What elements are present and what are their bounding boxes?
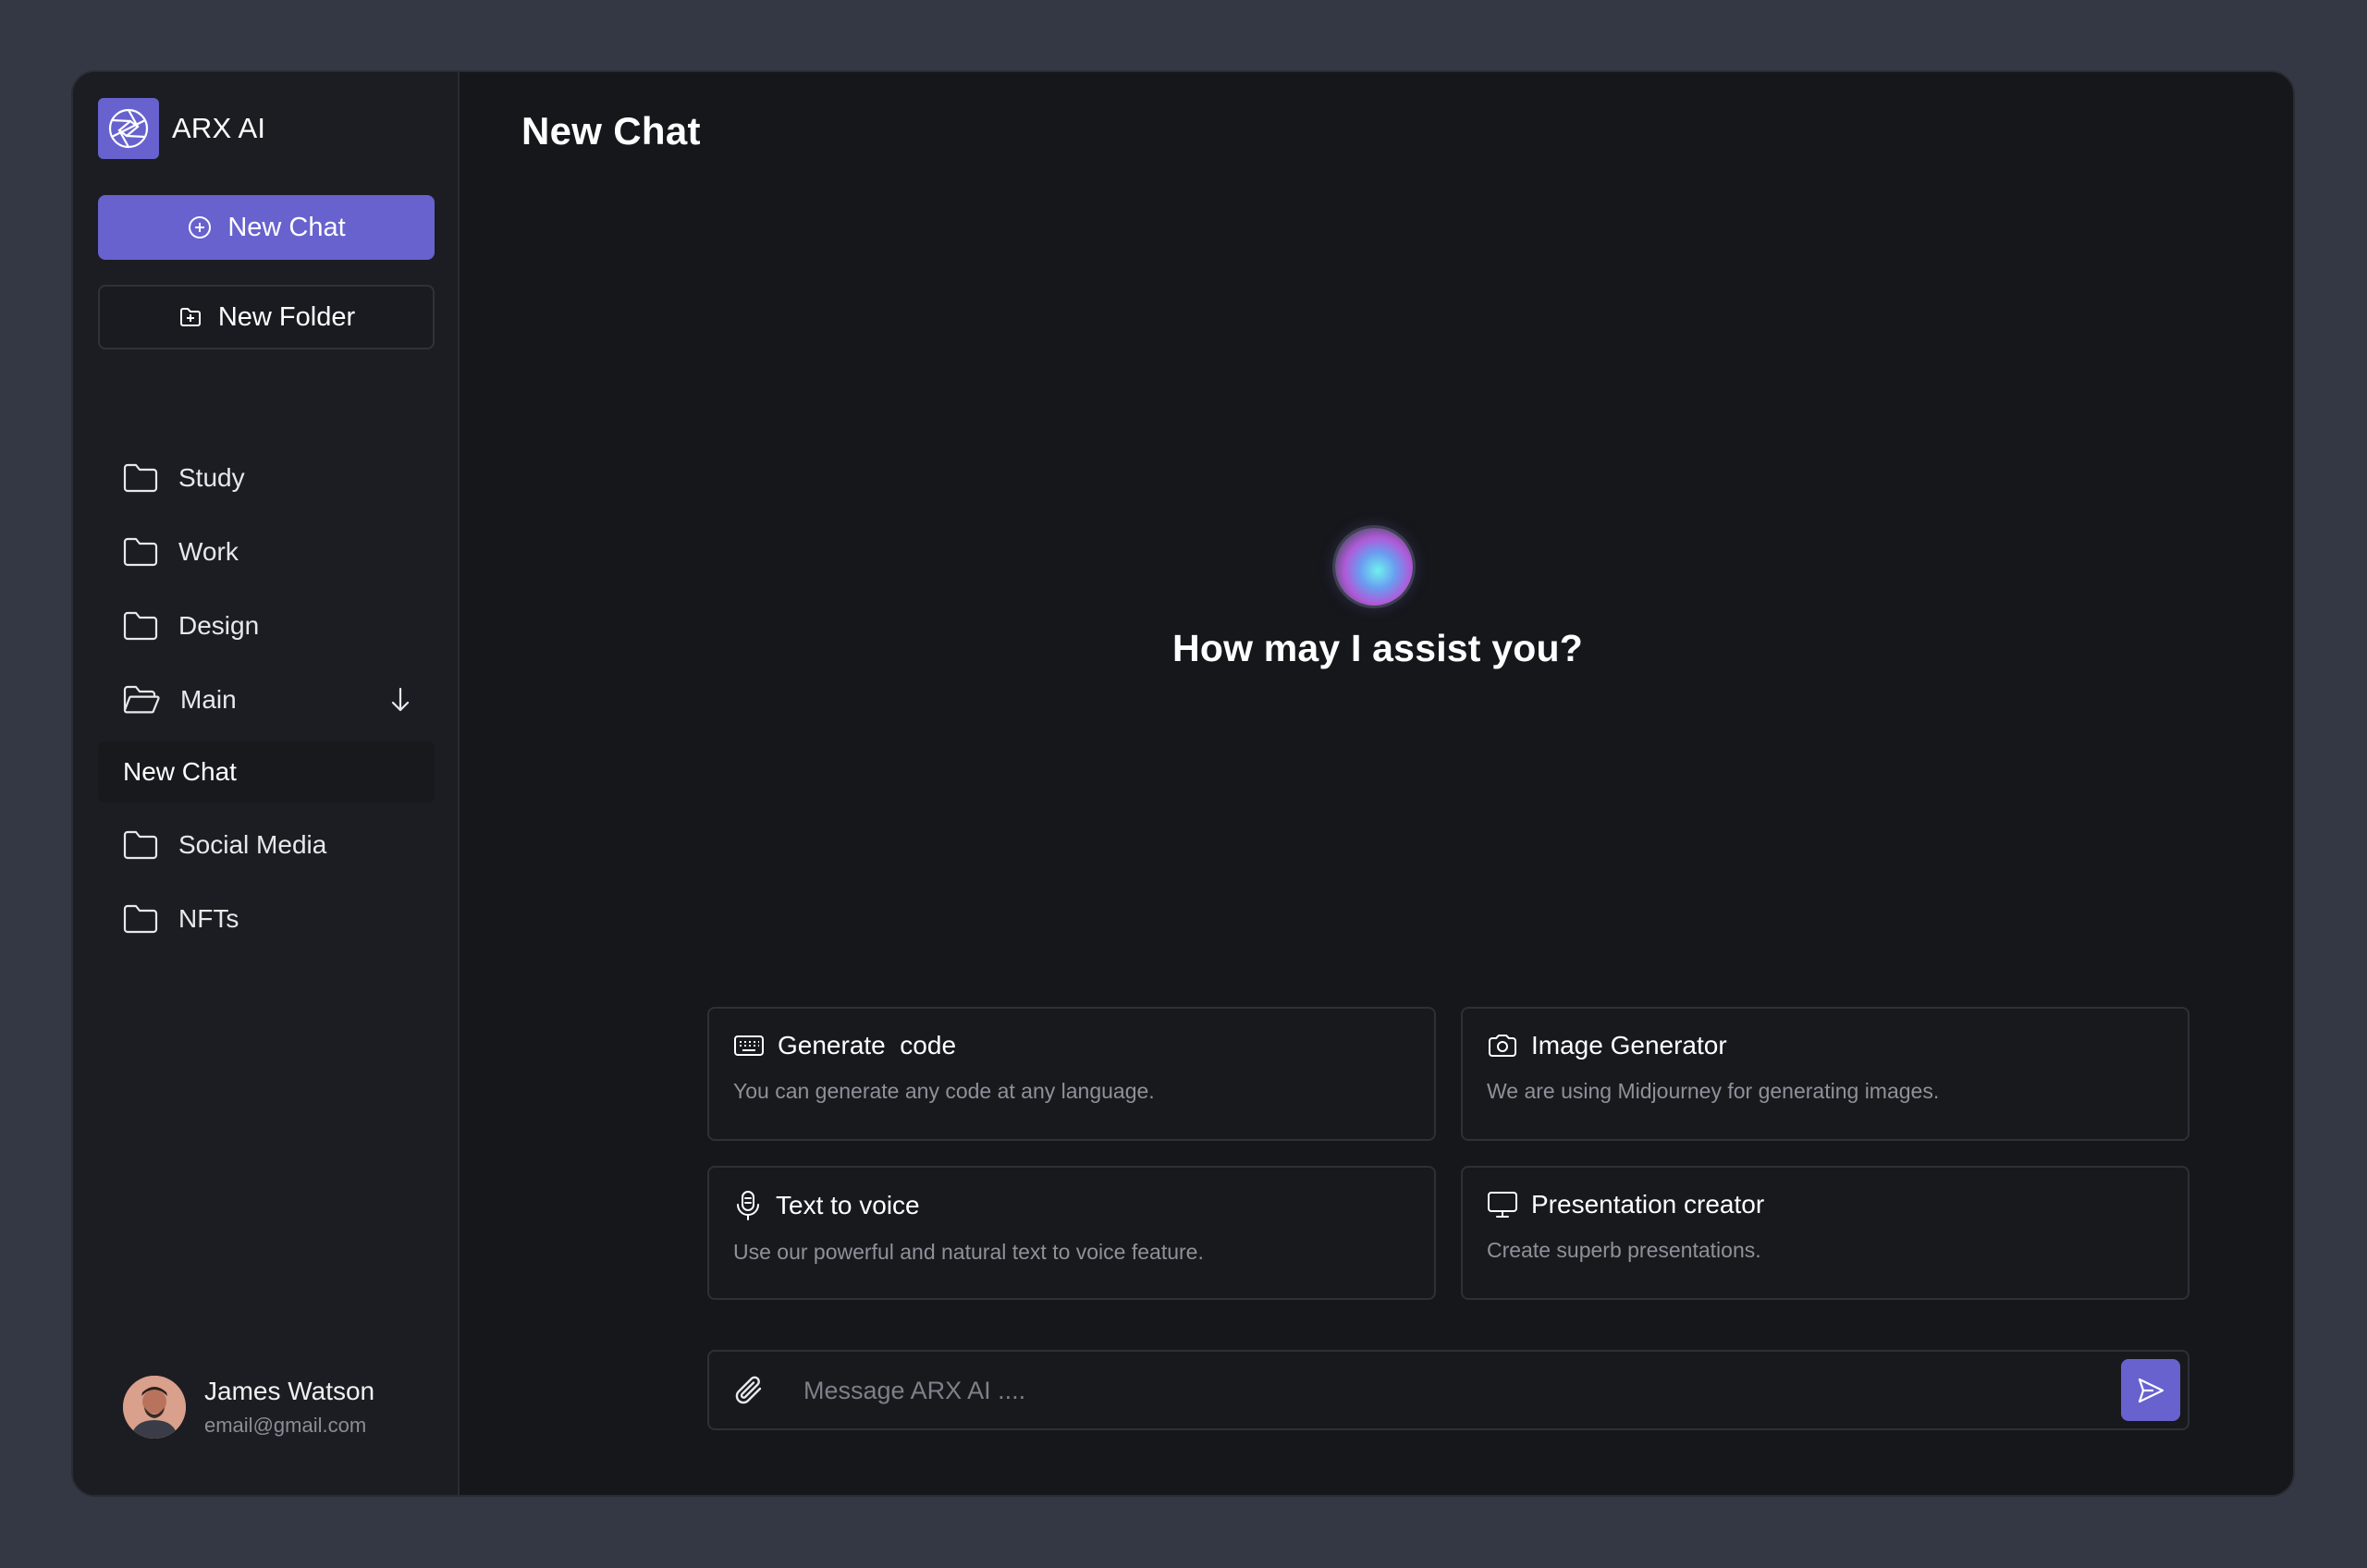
card-title: Presentation creator (1531, 1190, 1765, 1219)
send-button[interactable] (2121, 1359, 2180, 1421)
card-description: You can generate any code at any languag… (733, 1079, 1155, 1103)
sidebar-item-main[interactable]: Main (98, 668, 435, 732)
sidebar-item-new-chat[interactable]: New Chat (98, 741, 435, 802)
suggestion-card-image-generator[interactable]: Image Generator We are using Midjourney … (1461, 1007, 2189, 1141)
assistant-orb-icon (1335, 528, 1413, 606)
app-window: ARX AI New Chat New Folder Study Work De… (71, 70, 2295, 1497)
sidebar-item-nfts[interactable]: NFTs (98, 887, 435, 951)
sidebar-item-label: Design (178, 611, 260, 640)
sidebar-item-study[interactable]: Study (98, 446, 435, 510)
sidebar-item-social-media[interactable]: Social Media (98, 813, 435, 877)
new-folder-label: New Folder (217, 301, 356, 332)
aperture-icon (98, 98, 159, 159)
sidebar-item-label: New Chat (123, 757, 237, 786)
message-input[interactable] (803, 1370, 2079, 1411)
message-composer (707, 1350, 2189, 1430)
user-name: James Watson (204, 1377, 375, 1405)
sidebar: ARX AI New Chat New Folder Study Work De… (73, 72, 460, 1495)
card-title: Generate code (778, 1031, 957, 1060)
sidebar-item-label: Study (178, 463, 245, 492)
suggestion-card-presentation-creator[interactable]: Presentation creator Create superb prese… (1461, 1166, 2189, 1300)
card-description: Use our powerful and natural text to voi… (733, 1240, 1204, 1264)
suggestion-card-generate-code[interactable]: Generate code You can generate any code … (707, 1007, 1436, 1141)
sidebar-item-label: Work (178, 537, 239, 566)
new-chat-button[interactable]: New Chat (98, 195, 435, 260)
microphone-icon (737, 1191, 759, 1220)
new-folder-button[interactable]: New Folder (98, 285, 435, 349)
folder-icon (123, 904, 158, 934)
folder-icon (123, 463, 158, 493)
paperclip-icon[interactable] (731, 1373, 767, 1408)
new-chat-label: New Chat (227, 212, 346, 242)
suggestion-card-text-to-voice[interactable]: Text to voice Use our powerful and natur… (707, 1166, 1436, 1300)
user-profile[interactable]: James Watson email@gmail.com (123, 1376, 374, 1439)
send-icon (2138, 1378, 2165, 1403)
sidebar-item-label: Main (180, 685, 237, 714)
folder-icon (123, 830, 158, 860)
arrow-down-icon[interactable] (388, 686, 412, 714)
avatar (123, 1376, 186, 1439)
plus-circle-icon (189, 216, 212, 239)
main-panel: New Chat How may I assist you? Generate … (460, 72, 2293, 1495)
card-description: Create superb presentations. (1487, 1238, 1761, 1262)
card-description: We are using Midjourney for generating i… (1487, 1079, 1940, 1103)
sidebar-item-design[interactable]: Design (98, 594, 435, 658)
card-title: Text to voice (776, 1191, 920, 1219)
greeting: How may I assist you? (1172, 627, 1583, 669)
folder-open-icon (123, 685, 160, 714)
brand[interactable]: ARX AI (98, 98, 265, 159)
page-title: New Chat (521, 109, 701, 153)
folder-icon (123, 611, 158, 641)
monitor-icon (1488, 1192, 1517, 1218)
folder-plus-icon (179, 308, 201, 326)
keyboard-icon (734, 1035, 764, 1056)
camera-icon (1489, 1035, 1516, 1057)
sidebar-item-work[interactable]: Work (98, 520, 435, 584)
brand-name: ARX AI (172, 112, 266, 144)
sidebar-item-label: NFTs (178, 904, 239, 933)
sidebar-item-label: Social Media (178, 830, 327, 859)
folder-icon (123, 537, 158, 567)
card-title: Image Generator (1531, 1031, 1727, 1060)
user-email: email@gmail.com (204, 1414, 367, 1437)
